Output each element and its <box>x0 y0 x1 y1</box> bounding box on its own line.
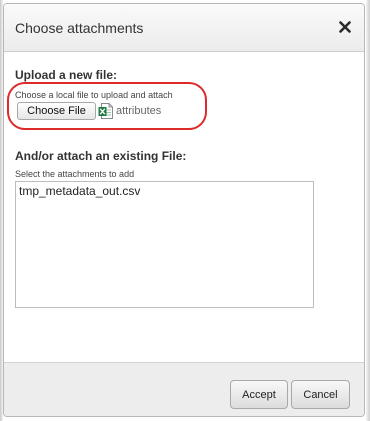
existing-hint: Select the attachments to add <box>15 169 135 179</box>
dialog-footer: Accept Cancel <box>4 362 364 416</box>
upload-heading: Upload a new file: <box>15 68 118 82</box>
page: Choose attachments Upload a new file: Ch… <box>0 0 370 421</box>
choose-attachments-dialog: Choose attachments Upload a new file: Ch… <box>3 3 365 417</box>
dialog-titlebar: Choose attachments <box>4 4 364 52</box>
dialog-title: Choose attachments <box>15 20 144 36</box>
choose-file-button[interactable]: Choose File <box>17 102 96 120</box>
excel-file-icon <box>98 103 113 119</box>
cancel-button[interactable]: Cancel <box>291 380 350 409</box>
close-icon <box>339 21 351 33</box>
selected-file-name: attributes <box>116 105 162 117</box>
background-edge-right <box>366 0 370 421</box>
accept-button[interactable]: Accept <box>230 380 288 409</box>
attachments-listbox[interactable]: tmp_metadata_out.csv <box>15 181 314 308</box>
list-item[interactable]: tmp_metadata_out.csv <box>16 182 313 200</box>
close-button[interactable] <box>334 16 356 38</box>
existing-heading: And/or attach an existing File: <box>15 149 187 163</box>
